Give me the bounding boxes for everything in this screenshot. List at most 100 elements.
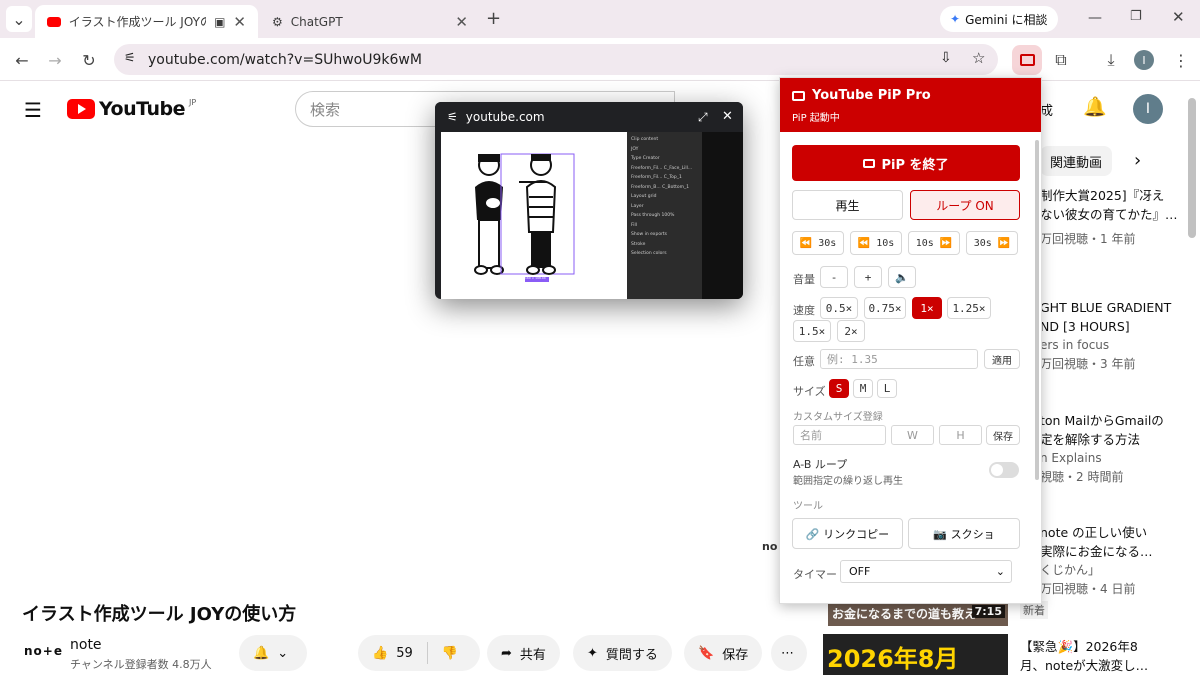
seek-forward-30-button[interactable]: 30s ⏩ [966,231,1018,255]
panel-text: Stroke [631,241,646,247]
size-width-input[interactable]: W [891,425,934,445]
address-bar[interactable]: ⚟ youtube.com/watch?v=SUhwoU9k6wM ⇩ ☆ [114,44,998,75]
screenshot-button[interactable]: 📷 スクショ [908,518,1020,549]
chevron-right-icon[interactable]: › [1134,150,1141,171]
extensions-puzzle-icon[interactable]: ⧉ [1048,47,1074,73]
seek-back-30-button[interactable]: ⏪ 30s [792,231,844,255]
pip-extension-popup: YouTube PiP Pro PiP 起動中 PiP を終了 再生 ループ O… [779,77,1042,604]
like-icon[interactable]: 👍 [372,646,388,661]
chip-related[interactable]: 関連動画 [1040,146,1113,176]
close-tab-icon[interactable]: ✕ [455,13,468,31]
tab-youtube[interactable]: イラスト作成ツール JOYの使い方 ▣ ✕ [35,5,258,38]
size-option[interactable]: L [877,379,897,398]
forward-button[interactable]: → [42,47,68,73]
player-fragment: no [762,540,778,553]
browser-profile-avatar[interactable]: I [1134,50,1154,70]
copy-link-button[interactable]: 🔗 リンクコピー [792,518,903,549]
size-option[interactable]: M [853,379,873,398]
install-app-icon[interactable]: ⇩ [940,50,952,66]
bookmark-star-icon[interactable]: ☆ [972,49,985,67]
bell-icon: 🔔 [253,645,270,661]
related-thumbnail[interactable]: 2026年8月 [823,634,1008,675]
size-option-selected[interactable]: S [829,379,849,398]
timer-value: OFF [849,565,871,578]
toggle-knob [991,464,1003,476]
pip-extension-button[interactable] [1012,45,1042,75]
size-name-input[interactable]: 名前 [793,425,886,445]
seek-back-10-button[interactable]: ⏪ 10s [850,231,902,255]
like-count[interactable]: 59 [396,646,413,661]
related-item[interactable]: 制作大賞2025]『冴え ない彼女の育てかた』… 万回視聴・1 年前 [1040,186,1178,249]
gemini-button[interactable]: ✦ Gemini に相談 [940,6,1058,32]
related-item[interactable]: ton MailからGmailの 定を解除する方法 n Explains 視聴・… [1040,411,1164,487]
site-settings-icon: ⚟ [447,110,458,124]
more-actions-button[interactable]: ⋯ [771,635,807,671]
channel-logo[interactable]: no+e [24,644,63,658]
speed-option[interactable]: 1.25× [947,297,991,319]
volume-label: 音量 [793,273,815,286]
youtube-logo[interactable]: YouTube JP [67,98,196,120]
share-button[interactable]: ➦ 共有 [487,635,560,671]
related-title-line: 実際にお金になる… [1040,544,1153,559]
speed-option[interactable]: 1.5× [793,320,831,342]
bookmark-icon: 🔖 [698,645,715,661]
save-size-button[interactable]: 保存 [986,425,1020,445]
ab-loop-toggle[interactable] [989,462,1019,478]
custom-speed-input[interactable]: 例: 1.35 [820,349,978,369]
tab-title: イラスト作成ツール JOYの使い方 [68,15,207,29]
youtube-favicon-icon [47,16,61,27]
channel-name[interactable]: note [70,637,102,653]
related-item[interactable]: 【緊急🎉】2026年8 月、noteが大激変し… [1020,637,1148,675]
hamburger-menu-icon[interactable]: ☰ [24,98,42,122]
dislike-icon[interactable]: 👎 [442,646,458,661]
volume-up-button[interactable]: + [854,266,882,288]
speed-option-selected[interactable]: 1× [912,297,942,319]
back-to-tab-icon[interactable]: ⤢ [698,110,708,125]
notifications-bell-icon[interactable]: 🔔 [1083,95,1107,118]
close-pip-icon[interactable]: ✕ [722,109,733,124]
tab-search-button[interactable]: ⌄ [6,6,32,32]
end-pip-button[interactable]: PiP を終了 [792,145,1020,181]
scrollbar-thumb[interactable] [1188,98,1196,238]
reload-button[interactable]: ↻ [76,47,102,73]
panel-text: C_Face_Lill... [663,165,693,171]
close-window-button[interactable]: ✕ [1172,8,1185,26]
timer-select[interactable]: OFF ⌄ [840,560,1012,583]
tab-chatgpt[interactable]: ⚙ ChatGPT ✕ [260,5,480,38]
volume-down-button[interactable]: - [820,266,848,288]
notification-bell-button[interactable]: 🔔 ⌄ [239,635,307,671]
sparkle-icon: ✦ [587,645,598,661]
pip-letterbox [702,132,743,299]
loop-toggle-button[interactable]: ループ ON [910,190,1020,220]
popup-title: YouTube PiP Pro [812,88,931,103]
save-button[interactable]: 🔖 保存 [684,635,763,671]
related-title-line: ND [3 HOURS] [1040,319,1130,334]
popup-scrollbar[interactable] [1035,140,1039,480]
apply-speed-button[interactable]: 適用 [984,349,1020,369]
panel-text: C_Bottom_1 [662,184,690,190]
pip-titlebar[interactable]: ⚟ youtube.com [435,102,743,132]
speed-option[interactable]: 0.5× [820,297,858,319]
related-item[interactable]: GHT BLUE GRADIENT ND [3 HOURS] ers in fo… [1040,298,1171,374]
restore-button[interactable]: ❐ [1130,9,1142,24]
related-item[interactable]: note の正しい使い 実際にお金になる… くじかん」 万回視聴・4 日前 [1040,523,1153,599]
minimize-button[interactable]: — [1088,10,1102,26]
mute-button[interactable]: 🔈 [888,266,916,288]
panel-text: 100% [661,213,675,218]
speed-option[interactable]: 2× [837,320,865,342]
download-icon[interactable]: ⤓ [1098,47,1124,73]
play-button[interactable]: 再生 [792,190,903,220]
new-tab-button[interactable]: + [486,8,501,29]
site-settings-icon[interactable]: ⚟ [124,51,136,66]
tab-title: ChatGPT [290,14,343,29]
ask-button[interactable]: ✦ 質問する [573,635,672,671]
close-tab-icon[interactable]: ✕ [233,13,246,31]
seek-forward-10-button[interactable]: 10s ⏩ [908,231,960,255]
pip-window[interactable]: ⚟ youtube.com ⤢ ✕ 160 × 198.04 Clip cont… [435,102,743,299]
browser-menu-icon[interactable]: ⋮ [1168,47,1194,73]
avatar[interactable]: I [1133,94,1163,124]
speed-option[interactable]: 0.75× [864,297,906,319]
back-button[interactable]: ← [9,47,35,73]
size-height-input[interactable]: H [939,425,982,445]
related-meta: 万回視聴・4 日前 [1040,582,1136,596]
